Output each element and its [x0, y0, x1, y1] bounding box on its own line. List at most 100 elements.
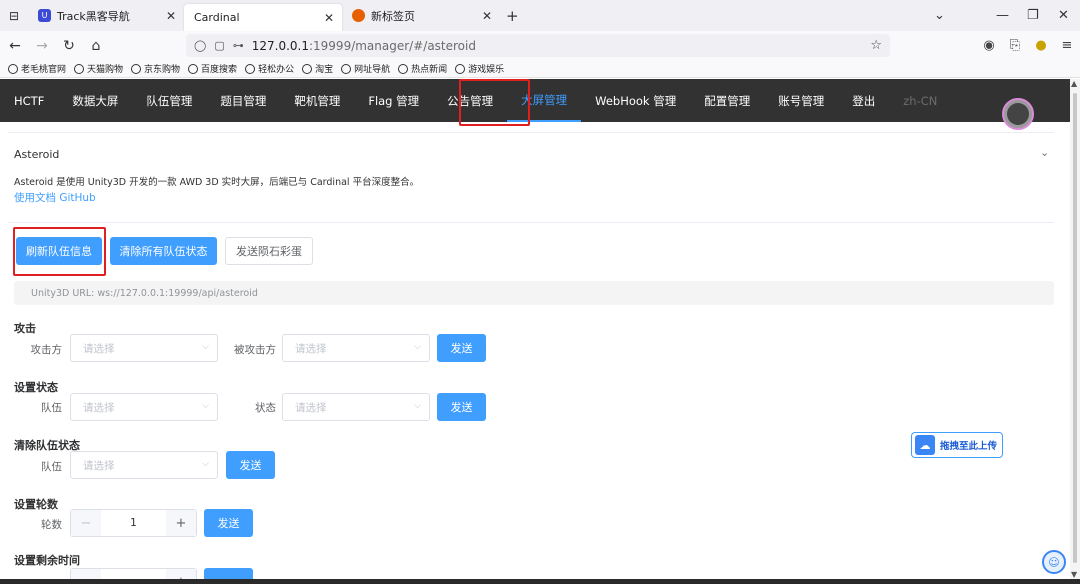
chevron-down-icon: ⌵ — [202, 342, 209, 352]
nav-logout[interactable]: 登出 — [838, 79, 889, 122]
back-icon[interactable]: ← — [3, 38, 27, 54]
baidu-cloud-icon: ☁ — [915, 435, 935, 455]
clear-team-select[interactable]: 请选择 ⌵ — [70, 451, 218, 479]
nav-flag-management[interactable]: Flag 管理 — [354, 79, 433, 122]
upload-label: 拖拽至此上传 — [940, 441, 998, 452]
browser-navbar: ← → ↻ ⌂ ◯ ▢ ⊶ 127.0.0.1 :19999/manager/#… — [0, 31, 1080, 60]
track-favicon-icon: U — [38, 9, 51, 22]
close-tab-icon[interactable]: ✕ — [166, 9, 176, 23]
plus-icon[interactable]: + — [166, 510, 196, 536]
reload-icon[interactable]: ↻ — [57, 38, 81, 54]
minus-icon[interactable]: − — [71, 510, 101, 536]
nav-screen-management[interactable]: 大屏管理 — [507, 79, 582, 122]
attack-section-title: 攻击 — [14, 322, 36, 335]
chevron-down-icon[interactable]: ⌄ — [1040, 146, 1049, 159]
attack-send-button[interactable]: 发送 — [437, 334, 486, 362]
round-send-button[interactable]: 发送 — [204, 509, 253, 537]
send-meteor-button[interactable]: 发送陨石彩蛋 — [225, 237, 313, 265]
bookmark-item[interactable]: 轻松办公 — [245, 62, 294, 75]
firefox-icon — [352, 9, 365, 22]
attacker-select[interactable]: 请选择 ⌵ — [70, 334, 218, 362]
restore-icon[interactable]: ❐ — [1027, 0, 1039, 31]
window-close-icon[interactable]: ✕ — [1058, 0, 1069, 31]
shield-icon[interactable]: ◯ — [194, 39, 206, 52]
scroll-down-icon[interactable]: ▼ — [1071, 570, 1077, 579]
bookmark-item[interactable]: 游戏娱乐 — [455, 62, 504, 75]
chevron-down-icon: ⌵ — [202, 401, 209, 411]
url-path: :19999/manager/#/asteroid — [308, 38, 476, 53]
chevron-down-icon: ⌵ — [414, 342, 421, 352]
status-send-button[interactable]: 发送 — [437, 393, 486, 421]
bookmark-item[interactable]: 网址导航 — [341, 62, 390, 75]
clear-send-button[interactable]: 发送 — [226, 451, 275, 479]
nav-challenge-management[interactable]: 题目管理 — [206, 79, 280, 122]
time-stepper[interactable]: − + — [70, 568, 197, 579]
nav-language[interactable]: zh-CN — [889, 79, 951, 122]
docs-github-links[interactable]: 使用文档 GitHub — [14, 190, 96, 205]
status-select[interactable]: 请选择 ⌵ — [282, 393, 430, 421]
scroll-up-icon[interactable]: ▲ — [1071, 79, 1077, 88]
divider — [8, 132, 1054, 133]
attacker-label: 攻击方 — [30, 344, 63, 356]
bookmark-item[interactable]: 热点新闻 — [398, 62, 447, 75]
tab-label: Cardinal — [194, 11, 240, 24]
extensions-icon[interactable]: ⎘ — [1002, 38, 1028, 53]
minimize-icon[interactable]: — — [996, 0, 1009, 31]
globe-icon — [455, 63, 466, 74]
close-tab-icon[interactable]: ✕ — [482, 9, 492, 23]
nav-account-management[interactable]: 账号管理 — [764, 79, 838, 122]
chat-assistant-icon[interactable]: ☺ — [1042, 550, 1066, 574]
globe-icon — [8, 63, 18, 74]
menu-icon[interactable]: ≡ — [1054, 38, 1080, 53]
status-label: 状态 — [255, 402, 276, 414]
browser-tab-cardinal[interactable]: Cardinal ✕ — [184, 4, 342, 31]
tab-overflow-icon[interactable]: ⌄ — [934, 0, 945, 31]
extension-badge-icon[interactable]: ● — [1028, 38, 1054, 53]
page-scrollbar[interactable]: ▲ ▼ — [1070, 79, 1080, 579]
status-team-select[interactable]: 请选择 ⌵ — [70, 393, 218, 421]
round-stepper[interactable]: − 1 + — [70, 509, 197, 537]
nav-data-screen[interactable]: 数据大屏 — [58, 79, 132, 122]
new-tab-icon[interactable]: + — [500, 7, 525, 25]
asteroid-collapse-title[interactable]: Asteroid — [14, 148, 59, 161]
bookmark-item[interactable]: 老毛桃官网 — [8, 62, 66, 75]
close-tab-icon[interactable]: ✕ — [324, 11, 334, 25]
globe-icon — [188, 63, 199, 74]
nav-team-management[interactable]: 队伍管理 — [132, 79, 206, 122]
main-content: Asteroid ⌄ Asteroid 是使用 Unity3D 开发的一款 AW… — [0, 122, 1070, 579]
chevron-down-icon: ⌵ — [414, 401, 421, 411]
round-label: 轮数 — [41, 519, 62, 531]
bookmark-item[interactable]: 淘宝 — [302, 62, 333, 75]
bookmark-item[interactable]: 京东购物 — [131, 62, 180, 75]
browser-tab-newtab[interactable]: 新标签页 ✕ — [342, 0, 500, 31]
plus-icon[interactable]: + — [166, 569, 196, 579]
tab-label: 新标签页 — [371, 9, 415, 23]
bookmark-item[interactable]: 天猫购物 — [74, 62, 123, 75]
nav-hctf[interactable]: HCTF — [0, 79, 58, 122]
time-send-button[interactable] — [204, 568, 253, 579]
victim-select[interactable]: 请选择 ⌵ — [282, 334, 430, 362]
nav-target-management[interactable]: 靶机管理 — [280, 79, 354, 122]
page-icon[interactable]: ▢ — [214, 39, 224, 52]
clear-all-status-button[interactable]: 清除所有队伍状态 — [110, 237, 217, 265]
nav-webhook-management[interactable]: WebHook 管理 — [581, 79, 690, 122]
drag-upload-widget[interactable]: ☁ 拖拽至此上传 — [911, 432, 1003, 458]
home-icon[interactable]: ⌂ — [84, 38, 108, 54]
round-value[interactable]: 1 — [101, 517, 166, 529]
bookmark-item[interactable]: 百度搜索 — [188, 62, 237, 75]
clear-status-section-title: 清除队伍状态 — [14, 439, 80, 452]
chevron-down-icon: ⌵ — [202, 459, 209, 469]
refresh-teams-button[interactable]: 刷新队伍信息 — [16, 237, 102, 265]
forward-icon[interactable]: → — [30, 38, 54, 54]
tab-list-icon[interactable]: ⊟ — [0, 0, 28, 31]
bookmark-star-icon[interactable]: ☆ — [870, 38, 882, 53]
scrollbar-thumb[interactable] — [1073, 93, 1077, 563]
nav-announcement-management[interactable]: 公告管理 — [433, 79, 507, 122]
app-nav-menu: HCTF 数据大屏 队伍管理 题目管理 靶机管理 Flag 管理 公告管理 大屏… — [0, 79, 1070, 122]
url-bar[interactable]: ◯ ▢ ⊶ 127.0.0.1 :19999/manager/#/asteroi… — [186, 34, 890, 57]
account-icon[interactable]: ◉ — [976, 38, 1002, 53]
set-round-section-title: 设置轮数 — [14, 498, 58, 511]
nav-config-management[interactable]: 配置管理 — [690, 79, 764, 122]
minus-icon[interactable]: − — [71, 569, 101, 579]
browser-tab-track[interactable]: U Track黑客导航 ✕ — [28, 0, 184, 31]
